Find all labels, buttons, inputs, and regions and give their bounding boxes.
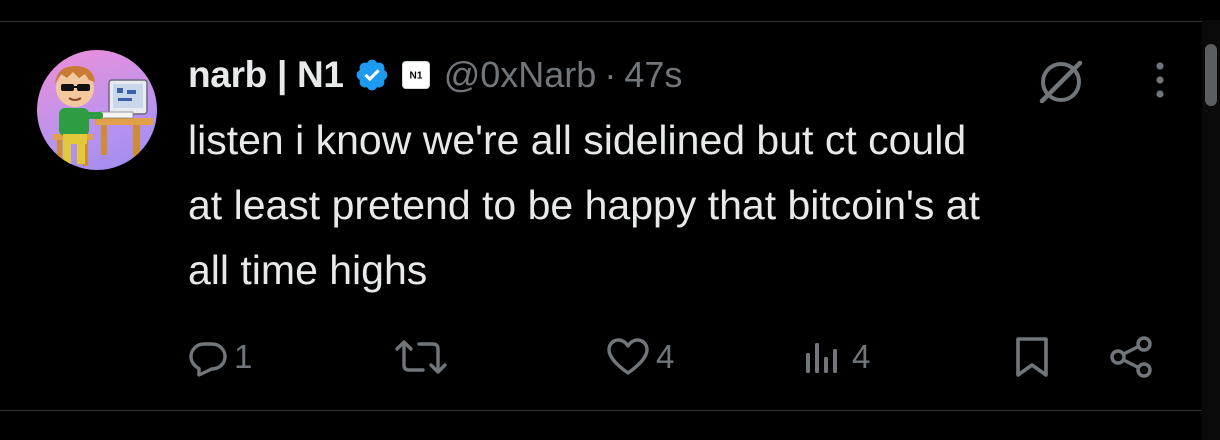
reply-icon [189, 342, 227, 377]
affiliate-logo-icon: N1 [409, 71, 422, 82]
bookmark-icon [1016, 337, 1048, 377]
affiliate-badge[interactable]: N1 [401, 61, 430, 89]
reply-count: 1 [234, 338, 253, 375]
repost-icon [395, 340, 447, 374]
bottom-divider [0, 410, 1202, 411]
post-text: listen i know we're all sidelined but ct… [188, 117, 980, 293]
post-header: narb | N1 N1 @0xNarb · 47s [188, 52, 682, 98]
scrollbar[interactable] [1202, 20, 1220, 440]
author-name[interactable]: narb | N1 [188, 54, 344, 96]
avatar[interactable] [37, 50, 157, 170]
share-icon [1110, 336, 1152, 378]
affiliate-logo-text: N1 [409, 71, 422, 82]
reply-button[interactable]: 1 [188, 334, 252, 380]
grok-icon[interactable] [1033, 52, 1089, 108]
top-divider [0, 21, 1202, 22]
header-separator: · [604, 54, 617, 95]
more-icon[interactable] [1140, 52, 1180, 108]
author-handle[interactable]: @0xNarb [444, 54, 597, 96]
scrollbar-thumb[interactable] [1205, 44, 1217, 106]
repost-button[interactable] [393, 334, 455, 380]
verified-badge-icon[interactable] [354, 57, 390, 93]
views-icon [806, 343, 837, 373]
share-button[interactable] [1108, 334, 1156, 380]
like-count: 4 [656, 338, 675, 375]
heart-icon [607, 338, 649, 375]
bookmark-button[interactable] [1012, 334, 1052, 380]
views-button[interactable]: 4 [802, 334, 870, 380]
views-count: 4 [852, 338, 871, 375]
post-timestamp[interactable]: 47s [624, 54, 682, 96]
like-button[interactable]: 4 [606, 334, 674, 380]
